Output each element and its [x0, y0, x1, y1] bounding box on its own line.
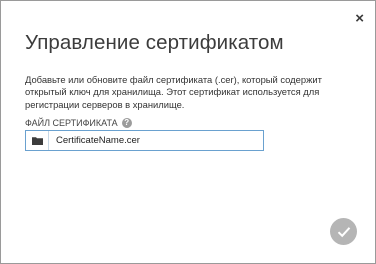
dialog-description: Добавьте или обновите файл сертификата (… [25, 74, 322, 110]
certificate-dialog: × Управление сертификатом Добавьте или о… [0, 0, 376, 264]
dialog-title: Управление сертификатом [25, 31, 284, 54]
folder-icon [31, 137, 43, 145]
confirm-button[interactable] [330, 218, 357, 245]
certificate-file-input[interactable]: CertificateName.cer [25, 130, 264, 151]
certificate-field-label: ФАЙЛ СЕРТИФИКАТА [25, 118, 118, 128]
certificate-field-label-row: ФАЙЛ СЕРТИФИКАТА ? [25, 118, 132, 128]
checkmark-icon [337, 226, 350, 237]
certificate-file-name[interactable]: CertificateName.cer [49, 131, 263, 150]
close-icon[interactable]: × [355, 11, 364, 26]
browse-button[interactable] [26, 131, 48, 150]
help-icon[interactable]: ? [121, 118, 132, 128]
